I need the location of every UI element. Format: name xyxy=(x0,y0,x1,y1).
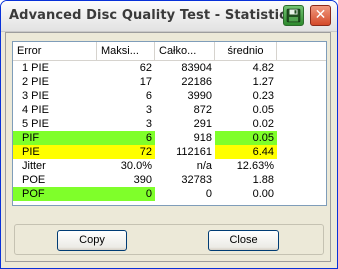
table-cell-max: 17 xyxy=(139,76,152,88)
table-cell-max: 0 xyxy=(97,187,155,201)
table-row[interactable]: POE 390 32783 1.88 xyxy=(13,173,277,187)
table-cell-total: 0 xyxy=(205,188,212,200)
table-cell-name: 3 PIE xyxy=(22,90,49,102)
close-button[interactable]: Close xyxy=(208,230,279,251)
table-cell-name: PIF xyxy=(13,131,97,145)
table-cell-max: 6 xyxy=(145,90,152,102)
table-cell-max: 62 xyxy=(139,62,152,74)
table-cell-max: 3 xyxy=(145,118,152,130)
table-cell-total: n/a xyxy=(196,160,212,172)
column-header-error[interactable]: Error xyxy=(13,42,97,60)
copy-button[interactable]: Copy xyxy=(57,230,127,251)
column-header-filler xyxy=(277,42,326,60)
table-cell-name: PIE xyxy=(13,145,97,159)
column-header-total[interactable]: Całko... xyxy=(155,42,215,60)
table-cell-avg: 6.44 xyxy=(215,145,277,159)
table-cell-max: 72 xyxy=(97,145,155,159)
close-icon: ✕ xyxy=(314,7,327,23)
title-bar[interactable]: Advanced Disc Quality Test - Statistics … xyxy=(1,1,337,32)
table-cell-name: 4 PIE xyxy=(22,104,49,116)
table-row[interactable]: 5 PIE 3 291 0.02 xyxy=(13,117,277,131)
table-cell-max: 6 xyxy=(97,131,155,145)
table-row[interactable]: 2 PIE 17 22186 1.27 xyxy=(13,75,277,89)
table-cell-avg: 12.63% xyxy=(236,160,274,172)
column-header-max[interactable]: Maksi... xyxy=(97,42,155,60)
table-cell-avg: 0.23 xyxy=(252,90,274,102)
table-row[interactable]: POF 0 0 0.00 xyxy=(13,187,277,201)
window-close-button[interactable]: ✕ xyxy=(310,5,331,26)
table-cell-total: 83904 xyxy=(181,62,212,74)
save-button[interactable] xyxy=(283,5,304,26)
window-title: Advanced Disc Quality Test - Statistics xyxy=(9,8,295,23)
table-cell-total: 291 xyxy=(193,118,212,130)
table-cell-avg: 0.05 xyxy=(252,104,274,116)
table-cell-avg: 0.05 xyxy=(215,131,277,145)
table-cell-avg: 4.82 xyxy=(252,62,274,74)
table-cell-name: POF xyxy=(13,187,97,201)
table-cell-total: 3990 xyxy=(187,90,212,102)
table-row[interactable]: 1 PIE 62 83904 4.82 xyxy=(13,61,277,75)
table-row[interactable]: PIE 72 112161 6.44 xyxy=(13,145,277,159)
table-cell-max: 30.0% xyxy=(120,160,152,172)
table-cell-total: 918 xyxy=(193,132,212,144)
floppy-disk-icon xyxy=(286,8,301,23)
table-cell-max: 390 xyxy=(133,174,152,186)
table-cell-name: 1 PIE xyxy=(22,62,49,74)
table-cell-name: 2 PIE xyxy=(22,76,49,88)
table-cell-total: 872 xyxy=(193,104,212,116)
statistics-window: Advanced Disc Quality Test - Statistics … xyxy=(0,0,338,269)
table-cell-avg: 1.88 xyxy=(252,174,274,186)
table-cell-name: POE xyxy=(22,174,46,186)
table-cell-max: 3 xyxy=(145,104,152,116)
table-row[interactable]: Jitter 30.0% n/a 12.63% xyxy=(13,159,277,173)
table-row[interactable]: 3 PIE 6 3990 0.23 xyxy=(13,89,277,103)
statistics-table[interactable]: Error Maksi... Całko... średnio 1 PIE 62 8… xyxy=(12,41,327,206)
table-cell-total: 32783 xyxy=(181,174,212,186)
table-cell-avg: 1.27 xyxy=(252,76,274,88)
table-cell-name: 5 PIE xyxy=(22,118,49,130)
table-cell-avg: 0.00 xyxy=(252,188,274,200)
table-cell-name: Jitter xyxy=(22,160,46,172)
table-row[interactable]: PIF 6 918 0.05 xyxy=(13,131,277,145)
table-row[interactable]: 4 PIE 3 872 0.05 xyxy=(13,103,277,117)
table-cell-avg: 0.02 xyxy=(252,118,274,130)
table-cell-total: 22186 xyxy=(181,76,212,88)
column-header-average[interactable]: średnio xyxy=(215,42,277,60)
table-header: Error Maksi... Całko... średnio xyxy=(13,42,326,61)
table-cell-total: 112161 xyxy=(176,146,212,158)
